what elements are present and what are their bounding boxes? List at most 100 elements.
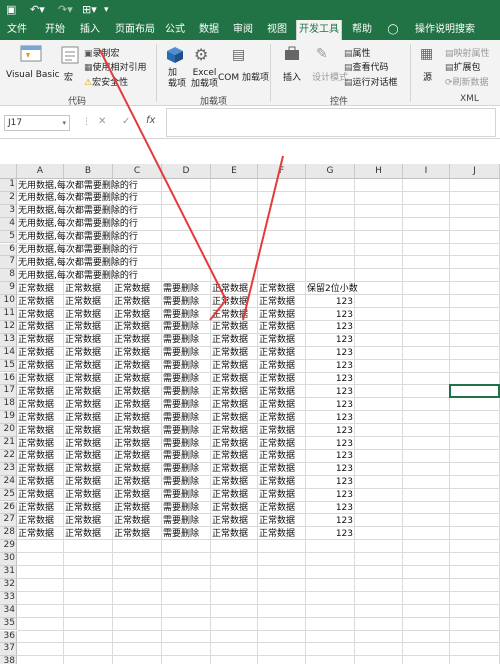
cell[interactable]: 正常数据	[18, 334, 54, 346]
run-dialog-button[interactable]: ▤运行对话框	[344, 75, 398, 88]
row-header[interactable]: 20	[0, 424, 17, 437]
cell[interactable]: 正常数据	[114, 399, 150, 411]
cell[interactable]: 正常数据	[18, 360, 54, 372]
cell[interactable]: 正常数据	[259, 321, 295, 333]
cell[interactable]: 正常数据	[212, 412, 248, 424]
cell[interactable]: 正常数据	[259, 309, 295, 321]
cell[interactable]: 123	[307, 334, 353, 346]
cell[interactable]: 正常数据	[65, 296, 101, 308]
cell[interactable]: 正常数据	[65, 334, 101, 346]
enter-icon[interactable]: ✓	[122, 116, 130, 127]
row-header[interactable]: 24	[0, 475, 17, 489]
cell[interactable]: 123	[307, 373, 353, 385]
cell[interactable]: 需要删除	[163, 476, 199, 488]
cell[interactable]: 正常数据	[65, 309, 101, 321]
row-header[interactable]: 19	[0, 411, 17, 425]
cell[interactable]: 123	[307, 528, 353, 540]
cell[interactable]: 正常数据	[18, 528, 54, 540]
cell[interactable]: 正常数据	[18, 450, 54, 462]
column-header[interactable]: J	[450, 164, 500, 179]
cell[interactable]: 正常数据	[212, 515, 248, 527]
row-header[interactable]: 6	[0, 243, 17, 257]
cell[interactable]: 正常数据	[65, 515, 101, 527]
cell[interactable]: 123	[307, 476, 353, 488]
row-header[interactable]: 5	[0, 230, 17, 244]
map-properties-button[interactable]: ▤映射属性	[445, 46, 490, 59]
cell[interactable]: 正常数据	[18, 373, 54, 385]
com-addins-button[interactable]: COM 加载项	[218, 70, 269, 83]
cell[interactable]: 正常数据	[259, 528, 295, 540]
cell[interactable]: 正常数据	[259, 502, 295, 514]
name-box[interactable]: J17 ▾	[4, 115, 70, 131]
cell[interactable]: 正常数据	[18, 399, 54, 411]
cell[interactable]: 正常数据	[114, 450, 150, 462]
cell[interactable]: 正常数据	[65, 463, 101, 475]
tab-review[interactable]: 审阅	[230, 20, 256, 40]
cell[interactable]: 正常数据	[18, 386, 54, 398]
cell[interactable]: 需要删除	[163, 515, 199, 527]
cell[interactable]: 123	[307, 502, 353, 514]
cell[interactable]: 正常数据	[114, 412, 150, 424]
cell[interactable]: 正常数据	[18, 515, 54, 527]
cell[interactable]: 正常数据	[259, 347, 295, 359]
cell[interactable]: 正常数据	[259, 515, 295, 527]
row-header[interactable]: 35	[0, 617, 17, 631]
row-header[interactable]: 7	[0, 256, 17, 270]
cell[interactable]: 需要删除	[163, 412, 199, 424]
cell[interactable]: 需要删除	[163, 360, 199, 372]
cell[interactable]: 正常数据	[65, 321, 101, 333]
row-header[interactable]: 2	[0, 191, 17, 205]
cell[interactable]: 123	[307, 450, 353, 462]
cell[interactable]: 正常数据	[212, 334, 248, 346]
cell[interactable]: 正常数据	[65, 476, 101, 488]
column-header[interactable]: A	[17, 164, 64, 179]
row-header[interactable]: 33	[0, 591, 17, 605]
row-header[interactable]: 37	[0, 643, 17, 657]
cell[interactable]: 正常数据	[18, 438, 54, 450]
row-header[interactable]: 12	[0, 320, 17, 334]
row-header[interactable]: 8	[0, 269, 17, 283]
cell[interactable]: 正常数据	[65, 373, 101, 385]
cell[interactable]: 123	[307, 386, 353, 398]
refresh-data-button[interactable]: ⟳刷新数据	[445, 75, 489, 88]
cell[interactable]: 正常数据	[114, 296, 150, 308]
cell[interactable]: 需要删除	[163, 438, 199, 450]
macro-security-button[interactable]: ⚠宏安全性	[84, 75, 128, 88]
column-header[interactable]: G	[306, 164, 355, 179]
cell[interactable]: 无用数据,每次都需要删除的行	[18, 218, 138, 230]
cell[interactable]: 正常数据	[259, 296, 295, 308]
cell[interactable]: 正常数据	[65, 489, 101, 501]
cell[interactable]: 无用数据,每次都需要删除的行	[18, 257, 138, 269]
row-header[interactable]: 13	[0, 333, 17, 347]
cell[interactable]: 正常数据	[212, 425, 248, 437]
tab-page-layout[interactable]: 页面布局	[112, 20, 158, 40]
visual-basic-button[interactable]: Visual Basic	[6, 70, 60, 80]
cell[interactable]: 正常数据	[212, 528, 248, 540]
cell[interactable]: 需要删除	[163, 309, 199, 321]
row-header[interactable]: 36	[0, 630, 17, 644]
cell[interactable]: 正常数据	[65, 438, 101, 450]
cell[interactable]: 123	[307, 309, 353, 321]
cell[interactable]: 正常数据	[65, 502, 101, 514]
tell-me-search[interactable]: 操作说明搜索	[404, 20, 486, 40]
redo-icon[interactable]: ↷▾	[58, 3, 73, 17]
column-header[interactable]: D	[162, 164, 211, 179]
cell[interactable]: 正常数据	[114, 463, 150, 475]
cell[interactable]: 正常数据	[65, 386, 101, 398]
cell[interactable]: 123	[307, 515, 353, 527]
cell[interactable]: 无用数据,每次都需要删除的行	[18, 192, 138, 204]
cell[interactable]: 正常数据	[259, 412, 295, 424]
cancel-icon[interactable]: ✕	[98, 116, 106, 127]
cell[interactable]: 正常数据	[259, 476, 295, 488]
cell[interactable]: 正常数据	[212, 450, 248, 462]
cell[interactable]: 正常数据	[65, 360, 101, 372]
insert-control-button[interactable]: 插入	[283, 70, 301, 83]
expansion-pack-button[interactable]: ▤扩展包	[445, 60, 481, 73]
cell[interactable]: 需要删除	[163, 489, 199, 501]
cell[interactable]: 正常数据	[212, 321, 248, 333]
cell[interactable]: 正常数据	[212, 296, 248, 308]
cell[interactable]: 正常数据	[18, 321, 54, 333]
cell[interactable]: 无用数据,每次都需要删除的行	[18, 270, 138, 282]
column-header[interactable]: B	[64, 164, 113, 179]
cell[interactable]: 正常数据	[114, 334, 150, 346]
